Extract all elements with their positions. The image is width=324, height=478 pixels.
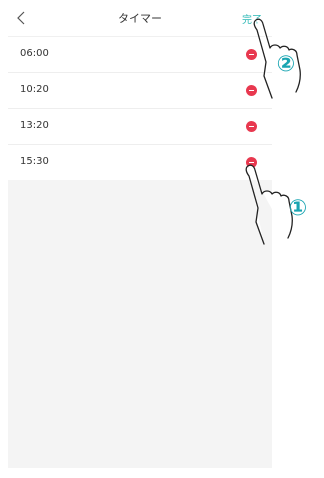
timer-row: 15:30 — [8, 144, 272, 180]
delete-button[interactable] — [246, 49, 257, 60]
timer-list: 06:00 10:20 13:20 15:30 — [8, 36, 272, 180]
step-2-badge: ② — [276, 52, 296, 77]
done-button[interactable]: 完了 — [242, 11, 262, 26]
timer-screen: タイマー 完了 06:00 10:20 13:20 15:30 — [8, 0, 272, 468]
timer-time: 15:30 — [20, 156, 49, 167]
timer-time: 10:20 — [20, 84, 49, 95]
timer-time: 06:00 — [20, 48, 49, 59]
page-title: タイマー — [118, 12, 162, 25]
delete-button[interactable] — [246, 85, 257, 96]
nav-header: タイマー 完了 — [8, 0, 272, 36]
delete-button[interactable] — [246, 121, 257, 132]
step-1-badge: ① — [288, 196, 308, 221]
timer-time: 13:20 — [20, 120, 49, 131]
timer-row: 13:20 — [8, 108, 272, 144]
timer-row: 06:00 — [8, 36, 272, 72]
timer-row: 10:20 — [8, 72, 272, 108]
delete-button[interactable] — [246, 157, 257, 168]
